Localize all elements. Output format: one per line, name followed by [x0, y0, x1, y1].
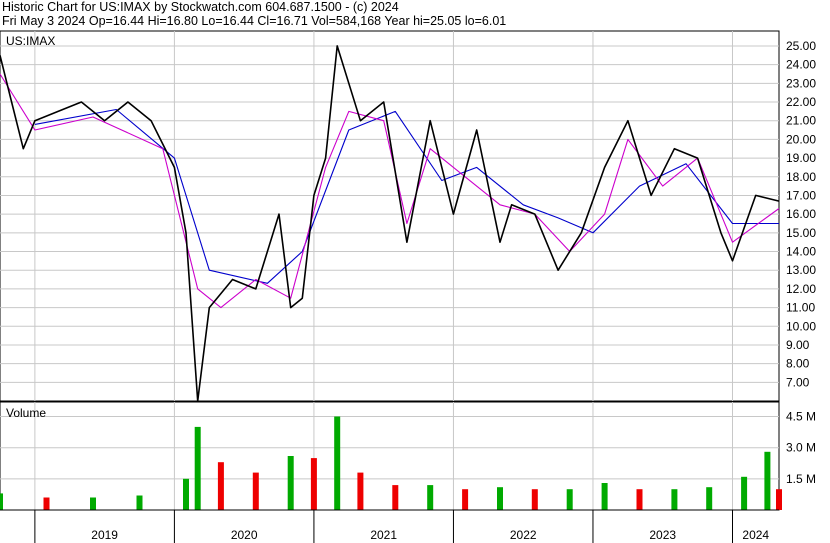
price-y-tick-label: 9.00	[786, 338, 810, 352]
x-axis-year-label: 2019	[91, 528, 118, 542]
volume-bar	[462, 489, 469, 510]
volume-bar	[252, 472, 259, 510]
volume-bar	[357, 472, 364, 510]
price-y-tick-label: 21.00	[786, 114, 816, 128]
x-axis-year-label: 2020	[231, 528, 258, 542]
x-axis-year-label: 2023	[649, 528, 676, 542]
price-y-tick-label: 22.00	[786, 95, 816, 109]
x-axis-year-label: 2022	[510, 528, 537, 542]
volume-bar	[776, 489, 782, 510]
volume-bar	[531, 489, 538, 510]
volume-panel	[0, 401, 780, 511]
volume-bar	[671, 489, 678, 510]
volume-panel-title: Volume	[6, 406, 46, 420]
volume-bar	[392, 485, 399, 510]
price-y-tick-label: 12.00	[786, 282, 816, 296]
price-y-tick-label: 24.00	[786, 58, 816, 72]
volume-bar	[741, 476, 748, 510]
volume-bar	[764, 451, 771, 510]
volume-bar	[90, 497, 96, 510]
volume-bar	[43, 497, 50, 510]
price-y-tick-label: 23.00	[786, 76, 816, 90]
price-panel	[0, 30, 780, 402]
x-axis: 2019 2020 2021 2022 2023 2024	[0, 509, 779, 543]
volume-y-tick-label: 4.5 M	[786, 410, 816, 424]
x-axis-year-label: 2021	[370, 528, 397, 542]
price-y-axis: 25.00 24.00 23.00 22.00 21.00 20.00 19.00 18.00…	[786, 39, 816, 389]
volume-bar	[427, 485, 434, 510]
price-y-tick-label: 11.00	[786, 301, 815, 315]
price-y-tick-label: 14.00	[786, 245, 816, 259]
volume-bar	[706, 487, 713, 510]
price-y-tick-label: 15.00	[786, 226, 816, 240]
volume-bar	[183, 478, 189, 510]
volume-bar	[601, 483, 608, 510]
price-y-tick-label: 25.00	[786, 39, 816, 53]
price-y-tick-label: 13.00	[786, 263, 816, 277]
volume-bar	[0, 493, 3, 510]
volume-bar	[310, 458, 317, 510]
price-y-tick-label: 10.00	[786, 319, 816, 333]
price-y-tick-label: 19.00	[786, 151, 816, 165]
volume-bar	[334, 416, 341, 510]
volume-bar	[566, 489, 573, 510]
volume-y-axis: 4.5 M 3.0 M 1.5 M	[786, 410, 816, 486]
volume-bar	[636, 489, 643, 510]
volume-bar	[136, 495, 143, 510]
price-y-tick-label: 17.00	[786, 188, 816, 202]
price-panel-title: US:IMAX	[6, 34, 55, 48]
price-y-tick-label: 18.00	[786, 170, 816, 184]
volume-y-tick-label: 3.0 M	[786, 441, 816, 455]
volume-bar	[497, 487, 503, 510]
volume-bar	[287, 456, 294, 510]
price-y-tick-label: 16.00	[786, 207, 816, 221]
price-y-tick-label: 20.00	[786, 132, 816, 146]
volume-y-tick-label: 1.5 M	[786, 472, 816, 486]
price-y-tick-label: 8.00	[786, 357, 810, 371]
price-y-tick-label: 7.00	[786, 375, 810, 389]
stock-chart: 25.00 24.00 23.00 22.00 21.00 20.00 19.00 18.00…	[0, 30, 816, 543]
x-axis-year-label: 2024	[742, 528, 769, 542]
volume-bar	[194, 426, 201, 510]
volume-bar	[217, 462, 224, 510]
